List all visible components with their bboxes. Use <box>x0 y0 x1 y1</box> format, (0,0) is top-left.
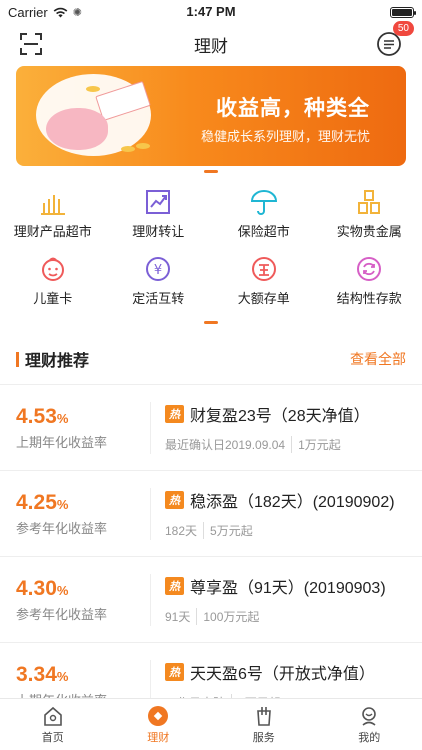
grid-item-fixed-current[interactable]: ¥ 定活互转 <box>106 254 212 307</box>
nav-bar: 理财 50 <box>0 21 422 64</box>
grid-item-label: 理财产品超市 <box>13 224 92 239</box>
umbrella-icon <box>250 190 277 215</box>
feature-grid: 理财产品超市 理财转让 保险超市 实物贵金属 儿童卡 ¥ 定活互转 大额存单 结… <box>0 187 422 307</box>
product-name: 尊享盈（91天）(20190903) <box>190 580 386 597</box>
min-amount: 5万元起 <box>210 524 253 538</box>
min-amount: 1万元起 <box>298 438 341 452</box>
svg-text:¥: ¥ <box>154 263 162 278</box>
banner-subline: 稳健成长系列理财，理财无忧 <box>200 129 370 144</box>
min-amount: 100万元起 <box>203 610 260 624</box>
rate-caption: 参考年化收益率 <box>16 606 108 622</box>
rate-caption: 上期年化收益率 <box>16 434 108 450</box>
tab-service[interactable]: 服务 <box>211 699 317 750</box>
tab-label: 我的 <box>358 731 381 744</box>
product-meta: 182天 <box>165 524 198 538</box>
tab-wealth[interactable]: 理财 <box>106 699 212 750</box>
recommend-section-header: 理财推荐 查看全部 <box>0 348 422 370</box>
banner-headline: 收益高，种类全 <box>216 97 370 120</box>
tab-label: 首页 <box>41 731 64 744</box>
rate-value: 4.30% <box>16 576 69 600</box>
grid-item-label: 定活互转 <box>132 291 185 306</box>
rate-value: 3.34% <box>16 662 69 686</box>
tab-profile[interactable]: 我的 <box>317 699 422 750</box>
grid-page-indicator <box>204 321 218 324</box>
product-meta: 最近确认日2019.09.04 <box>165 438 286 452</box>
rate-value: 4.53% <box>16 404 69 428</box>
child-face-icon <box>41 257 64 281</box>
grid-item-label: 结构性存款 <box>336 291 402 306</box>
grid-item-label: 大额存单 <box>237 291 290 306</box>
product-name: 稳添盈（182天）(20190902) <box>190 494 395 511</box>
home-icon <box>43 706 62 726</box>
hot-badge: 热 <box>165 577 184 595</box>
product-list: 4.53% 上期年化收益率 热财复盈23号（28天净值） 最近确认日2019.0… <box>0 384 422 728</box>
tab-label: 服务 <box>252 731 275 744</box>
grid-item-label: 儿童卡 <box>33 291 73 306</box>
grid-item-insurance[interactable]: 保险超市 <box>211 187 317 240</box>
refresh-circle-icon <box>357 257 382 281</box>
message-button[interactable]: 50 <box>376 21 414 57</box>
rate-value: 4.25% <box>16 490 69 514</box>
grid-item-label: 实物贵金属 <box>336 224 402 239</box>
view-all-link[interactable]: 查看全部 <box>350 349 406 369</box>
rate-caption: 参考年化收益率 <box>16 520 108 536</box>
grid-item-structured-deposit[interactable]: 结构性存款 <box>317 254 422 307</box>
grid-item-label: 保险超市 <box>237 224 290 239</box>
wifi-icon <box>53 7 68 17</box>
wealth-icon <box>148 705 169 726</box>
status-bar: Carrier ✺ 1:47 PM <box>0 0 422 24</box>
grid-item-large-deposit[interactable]: 大额存单 <box>211 254 317 307</box>
grid-item-label: 理财转让 <box>132 224 185 239</box>
list-item[interactable]: 4.53% 上期年化收益率 热财复盈23号（28天净值） 最近确认日2019.0… <box>0 384 422 470</box>
grid-item-product-market[interactable]: 理财产品超市 <box>0 187 106 240</box>
grid-item-transfer[interactable]: 理财转让 <box>106 187 212 240</box>
product-meta: 91天 <box>165 610 191 624</box>
product-name: 天天盈6号（开放式净值） <box>190 666 375 683</box>
product-name: 财复盈23号（28天净值） <box>190 408 370 425</box>
yuan-exchange-icon: ¥ <box>146 257 171 281</box>
trend-chart-icon <box>146 190 171 214</box>
deposit-stamp-icon <box>251 257 276 281</box>
section-title: 理财推荐 <box>25 353 90 370</box>
list-item[interactable]: 4.25% 参考年化收益率 热稳添盈（182天）(20190902) 182天 5… <box>0 470 422 556</box>
loading-icon: ✺ <box>72 6 82 19</box>
service-icon <box>256 706 271 726</box>
banner-page-indicator <box>204 170 218 173</box>
hot-badge: 热 <box>165 405 184 423</box>
scan-icon[interactable] <box>20 33 42 55</box>
carrier-label: Carrier <box>8 4 48 20</box>
list-item[interactable]: 4.30% 参考年化收益率 热尊享盈（91天）(20190903) 91天 100… <box>0 556 422 642</box>
hot-badge: 热 <box>165 663 184 681</box>
promo-banner[interactable]: 收益高，种类全 稳健成长系列理财，理财无忧 <box>16 66 406 166</box>
piggy-bank-graphic <box>46 108 108 150</box>
profile-icon <box>362 706 377 726</box>
hot-badge: 热 <box>165 491 184 509</box>
tab-bar: 首页 理财 服务 我的 <box>0 698 422 750</box>
tab-label: 理财 <box>147 731 170 744</box>
gold-bars-icon <box>358 190 381 214</box>
battery-icon <box>390 6 416 18</box>
bar-chart-icon <box>40 195 65 215</box>
page-title: 理财 <box>194 36 228 56</box>
message-badge: 50 <box>392 21 414 36</box>
grid-item-child-card[interactable]: 儿童卡 <box>0 254 106 307</box>
tab-home[interactable]: 首页 <box>0 699 106 750</box>
grid-item-precious-metal[interactable]: 实物贵金属 <box>317 187 422 240</box>
